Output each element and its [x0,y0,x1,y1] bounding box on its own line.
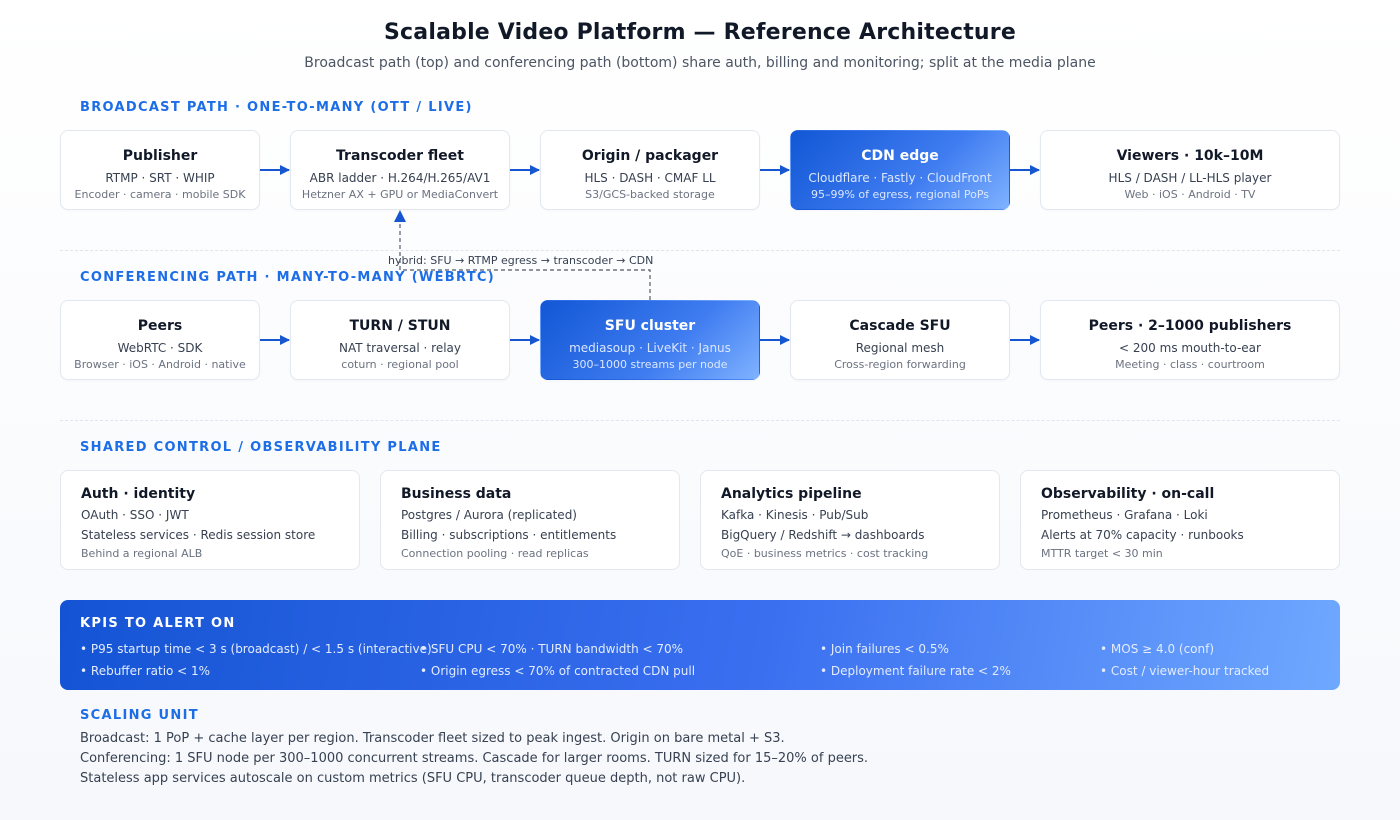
kpi-title: KPIS TO ALERT ON [80,616,236,631]
node-title: Transcoder fleet [336,148,464,164]
node-peers-publishers: Peers · 2–1000 publishers < 200 ms mouth… [1040,300,1340,380]
card-auth-identity: Auth · identity OAuth · SSO · JWT Statel… [60,470,360,570]
hybrid-arrowhead [394,210,406,222]
card-line: Postgres / Aurora (replicated) [401,508,577,522]
node-publisher: Publisher RTMP · SRT · WHIP Encoder · ca… [60,130,260,210]
card-title: Observability · on-call [1041,486,1215,502]
node-title: Origin / packager [581,148,719,164]
hybrid-connector-label: hybrid: SFU → RTMP egress → transcoder →… [388,254,654,267]
kpi-item: • Join failures < 0.5% [820,642,949,656]
node-subtitle: HLS / DASH / LL-HLS player [1108,171,1272,185]
card-business-data: Business data Postgres / Aurora (replica… [380,470,680,570]
node-turn-stun: TURN / STUN NAT traversal · relay coturn… [290,300,510,380]
card-note: QoE · business metrics · cost tracking [721,547,929,560]
node-transcoder-fleet: Transcoder fleet ABR ladder · H.264/H.26… [290,130,510,210]
card-line: OAuth · SSO · JWT [81,508,189,522]
node-note: Meeting · class · courtroom [1115,358,1265,371]
node-subtitle: < 200 ms mouth-to-ear [1119,341,1261,355]
node-sfu-cluster: SFU cluster mediasoup · LiveKit · Janus … [540,300,760,380]
node-note: 95–99% of egress, regional PoPs [810,188,990,201]
kpi-item: • P95 startup time < 3 s (broadcast) / <… [80,642,432,656]
node-title: Cascade SFU [849,318,951,334]
node-cascade-sfu: Cascade SFU Regional mesh Cross-region f… [790,300,1010,380]
card-title: Analytics pipeline [721,486,862,502]
node-note: coturn · regional pool [341,358,459,371]
kpi-item: • Deployment failure rate < 2% [820,664,1011,678]
conferencing-section-label: CONFERENCING PATH · MANY-TO-MANY (WEBRTC… [80,270,495,285]
node-note: 300–1000 streams per node [572,358,728,371]
kpi-panel: KPIS TO ALERT ON • P95 startup time < 3 … [60,600,1340,690]
scaling-line: Conferencing: 1 SFU node per 300–1000 co… [80,751,869,766]
card-note: Connection pooling · read replicas [401,547,589,560]
node-subtitle: ABR ladder · H.264/H.265/AV1 [309,171,491,185]
node-note: Web · iOS · Android · TV [1124,188,1256,201]
node-title: SFU cluster [604,318,696,334]
node-note: Encoder · camera · mobile SDK [74,188,246,201]
kpi-item: • Cost / viewer-hour tracked [1100,664,1270,678]
node-subtitle: Cloudflare · Fastly · CloudFront [808,171,992,185]
section-divider [60,250,1340,251]
card-line: Billing · subscriptions · entitlements [401,528,617,542]
node-note: Hetzner AX + GPU or MediaConvert [301,188,499,201]
node-title: Viewers · 10k–10M [1116,148,1264,164]
node-title: Peers · 2–1000 publishers [1088,318,1292,334]
kpi-item: • SFU CPU < 70% · TURN bandwidth < 70% [420,642,684,656]
node-title: CDN edge [861,148,939,164]
page-subtitle: Broadcast path (top) and conferencing pa… [304,55,1096,71]
card-line: BigQuery / Redshift → dashboards [721,528,925,542]
node-note: Cross-region forwarding [834,358,966,371]
node-origin-packager: Origin / packager HLS · DASH · CMAF LL S… [540,130,760,210]
node-note: Browser · iOS · Android · native [74,358,246,371]
shared-section-label: SHARED CONTROL / OBSERVABILITY PLANE [80,440,442,455]
node-title: TURN / STUN [349,318,451,334]
card-title: Auth · identity [81,486,196,502]
node-subtitle: NAT traversal · relay [338,341,462,355]
node-subtitle: RTMP · SRT · WHIP [105,171,215,185]
broadcast-section-label: BROADCAST PATH · ONE-TO-MANY (OTT / LIVE… [80,100,473,115]
card-line: Alerts at 70% capacity · runbooks [1041,528,1244,542]
node-subtitle: HLS · DASH · CMAF LL [584,171,716,185]
page-title: Scalable Video Platform — Reference Arch… [384,20,1016,45]
connector-layer [260,165,1040,345]
card-line: Prometheus · Grafana · Loki [1041,508,1208,522]
kpi-item: • Rebuffer ratio < 1% [80,664,211,678]
node-note: S3/GCS-backed storage [585,188,715,201]
kpi-item: • MOS ≥ 4.0 (conf) [1100,642,1215,656]
node-subtitle: Regional mesh [855,341,945,355]
node-subtitle: WebRTC · SDK [117,341,203,355]
kpi-item: • Origin egress < 70% of contracted CDN … [420,664,696,678]
card-line: Stateless services · Redis session store [81,528,316,542]
scaling-line: Stateless app services autoscale on cust… [80,771,746,786]
card-note: Behind a regional ALB [81,547,203,560]
card-title: Business data [401,486,512,502]
scaling-section-label: SCALING UNIT [80,708,199,723]
node-peers: Peers WebRTC · SDK Browser · iOS · Andro… [60,300,260,380]
section-divider [60,420,1340,421]
scaling-line: Broadcast: 1 PoP + cache layer per regio… [80,731,785,746]
card-observability: Observability · on-call Prometheus · Gra… [1020,470,1340,570]
card-analytics-pipeline: Analytics pipeline Kafka · Kinesis · Pub… [700,470,1000,570]
card-line: Kafka · Kinesis · Pub/Sub [721,508,869,522]
node-title: Peers [137,318,183,334]
node-subtitle: mediasoup · LiveKit · Janus [569,341,731,355]
node-viewers: Viewers · 10k–10M HLS / DASH / LL-HLS pl… [1040,130,1340,210]
node-cdn-edge: CDN edge Cloudflare · Fastly · CloudFron… [790,130,1010,210]
node-title: Publisher [122,148,198,164]
card-note: MTTR target < 30 min [1041,547,1163,560]
